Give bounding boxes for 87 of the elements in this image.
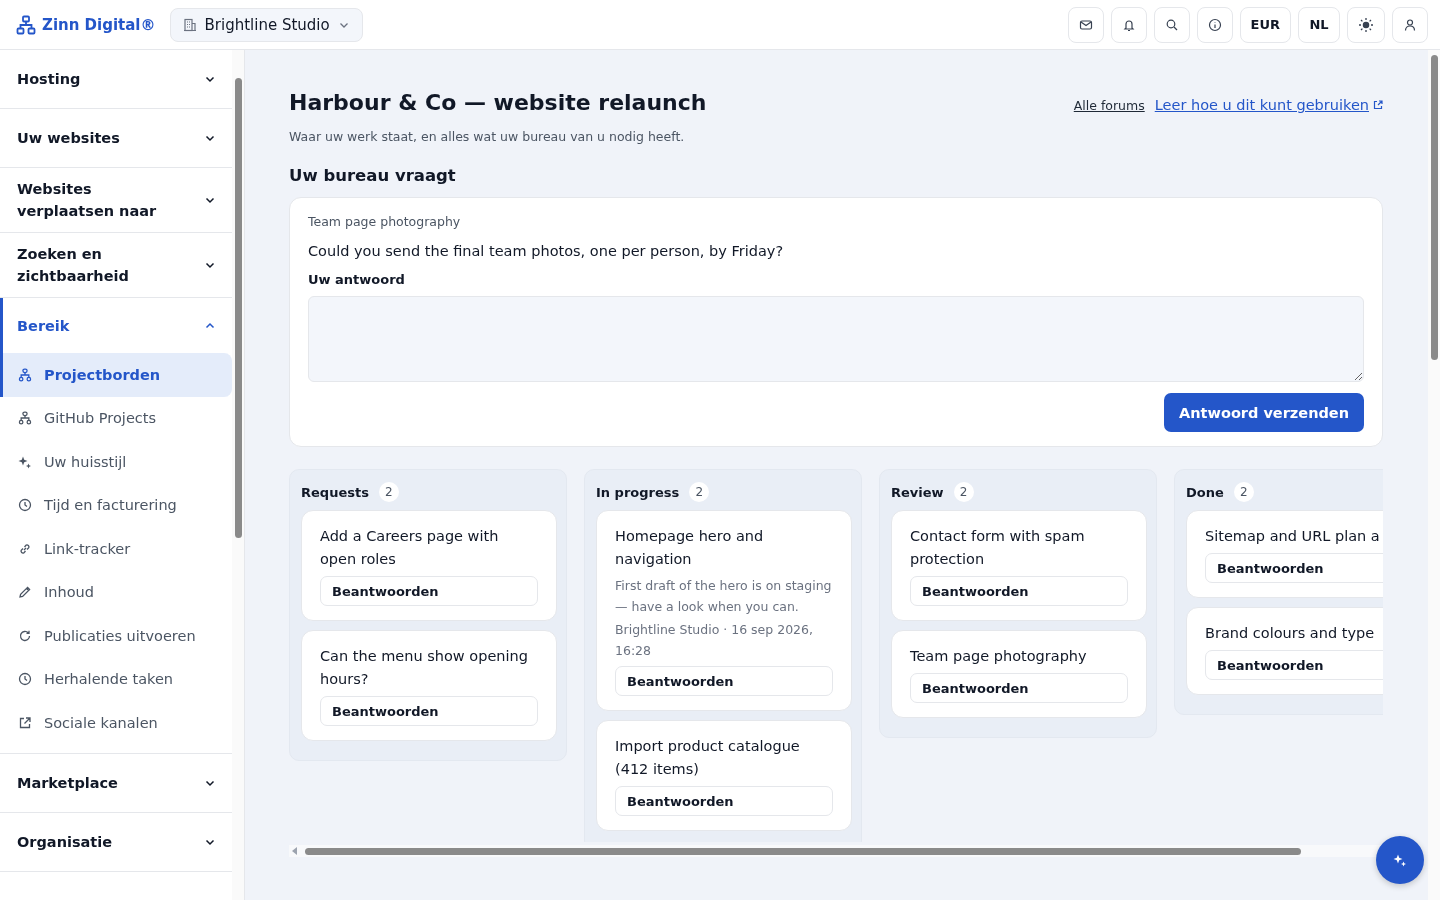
question-topic: Team page photography: [308, 214, 462, 229]
sidebar-item[interactable]: Inhoud: [0, 570, 232, 614]
link-icon: [18, 541, 32, 556]
task-card[interactable]: Add a Careers page with open roles Beantwoorden: [301, 510, 557, 621]
card-meta: Brightline Studio · 16 sep 2026, 16:28: [615, 621, 814, 660]
sidebar-item[interactable]: Projectborden: [0, 353, 232, 397]
theme-button[interactable]: [1347, 6, 1385, 43]
reply-button[interactable]: Beantwoorden: [1205, 650, 1383, 680]
sidebar-item[interactable]: Tijd en facturering: [0, 483, 232, 527]
reply-button[interactable]: Beantwoorden: [615, 666, 833, 696]
workspace-dropdown[interactable]: Brightline Studio: [169, 7, 363, 42]
card-title: Sitemap and URL plan a: [1205, 527, 1381, 546]
reply-button[interactable]: Beantwoorden: [320, 576, 538, 606]
section-heading: Uw bureau vraagt: [289, 166, 457, 185]
scrollbar[interactable]: [289, 845, 1383, 857]
hierarchy-icon: [16, 14, 36, 35]
question-text: Could you send the final team photos, one per person, by Friday?: [308, 243, 785, 259]
info-icon: [1207, 17, 1222, 32]
notifications-button[interactable]: [1110, 6, 1147, 43]
reply-button[interactable]: Beantwoorden: [320, 696, 538, 726]
column-title: Requests: [301, 484, 369, 500]
brand-name[interactable]: Zinn Digital®: [42, 15, 156, 34]
card-description: First draft of the hero is on staging — have a look when you can.: [615, 577, 833, 616]
task-card[interactable]: Brand colours and type Beantwoorden: [1186, 607, 1383, 695]
column-title: Done: [1186, 484, 1224, 500]
send-button[interactable]: Antwoord verzenden: [1164, 393, 1364, 432]
count-badge: 2: [953, 482, 974, 502]
mail-icon: [1078, 17, 1093, 32]
assistant-button[interactable]: [1376, 836, 1424, 884]
bell-icon: [1121, 17, 1136, 32]
page-subtitle: Waar uw werk staat, en alles wat uw bureau van u nodig heeft.: [289, 129, 686, 144]
user-icon: [1403, 17, 1417, 32]
mail-button[interactable]: [1067, 6, 1104, 43]
sidebar-item[interactable]: Link-tracker: [0, 527, 232, 571]
forums-link[interactable]: Alle forums: [1073, 98, 1145, 113]
answer-label: Uw antwoord: [308, 272, 406, 287]
account-button[interactable]: [1392, 6, 1428, 43]
sidebar-item[interactable]: Publicaties uitvoeren: [0, 614, 232, 658]
card-title: Can the menu show opening hours?: [320, 647, 529, 689]
help-link[interactable]: Leer hoe u dit kunt gebruiken: [1154, 97, 1369, 113]
hierarchy-icon: [18, 411, 32, 426]
count-badge: 2: [1233, 482, 1254, 502]
sidebar-item[interactable]: Uw huisstijl: [0, 440, 232, 484]
card-title: Contact form with spam protection: [910, 527, 1086, 569]
scrollbar[interactable]: [1428, 50, 1440, 900]
sun-icon: [1358, 16, 1374, 33]
task-card[interactable]: Homepage hero and navigation First draft of the hero is on staging — have a look when you can. Brightline Studio · 16 sep 2026, 16:28 Beantwoorden: [596, 510, 852, 711]
info-button[interactable]: [1196, 6, 1233, 43]
search-button[interactable]: [1153, 6, 1190, 43]
building-icon: [182, 17, 197, 32]
currency-button[interactable]: EUR: [1239, 6, 1291, 43]
column-title: In progress: [596, 484, 680, 500]
page-title: Harbour & Co — website relaunch: [289, 90, 707, 115]
task-card[interactable]: Team page photography Beantwoorden: [891, 630, 1147, 718]
sparkle-icon: [1393, 853, 1407, 867]
reply-button[interactable]: Beantwoorden: [910, 576, 1128, 606]
refresh-icon: [18, 628, 32, 643]
clock-icon: [18, 672, 32, 687]
clock-icon: [18, 498, 32, 513]
card-title: Team page photography: [910, 647, 1088, 666]
scroll-left-icon: [292, 847, 298, 855]
scrollbar[interactable]: [232, 50, 244, 900]
column-title: Review: [891, 484, 944, 500]
answer-field[interactable]: [308, 296, 1364, 382]
card-title: Import product catalogue (412 items): [615, 737, 801, 779]
count-badge: 2: [378, 482, 399, 502]
sidebar-group[interactable]: Bereik: [0, 298, 232, 353]
task-card[interactable]: Contact form with spam protection Beantwoorden: [891, 510, 1147, 621]
reply-button[interactable]: Beantwoorden: [615, 786, 833, 816]
card-title: Brand colours and type: [1205, 624, 1376, 643]
search-icon: [1164, 17, 1179, 32]
task-card[interactable]: Can the menu show opening hours? Beantwoorden: [301, 630, 557, 741]
sidebar-item[interactable]: Sociale kanalen: [0, 701, 232, 745]
external-link-icon: [1373, 100, 1383, 110]
card-title: Add a Careers page with open roles: [320, 527, 500, 569]
sidebar-item[interactable]: GitHub Projects: [0, 396, 232, 440]
pencil-icon: [18, 585, 32, 600]
card-title: Homepage hero and navigation: [615, 527, 765, 569]
hierarchy-icon: [18, 367, 32, 382]
external-link-icon: [18, 715, 32, 730]
reply-button[interactable]: Beantwoorden: [910, 673, 1128, 703]
task-card[interactable]: Import product catalogue (412 items) Beantwoorden: [596, 720, 852, 831]
count-badge: 2: [689, 482, 710, 502]
task-card[interactable]: Sitemap and URL plan a Beantwoorden: [1186, 510, 1383, 598]
reply-button[interactable]: Beantwoorden: [1205, 553, 1383, 583]
sidebar-item[interactable]: Herhalende taken: [0, 657, 232, 701]
language-button[interactable]: NL: [1298, 6, 1340, 43]
